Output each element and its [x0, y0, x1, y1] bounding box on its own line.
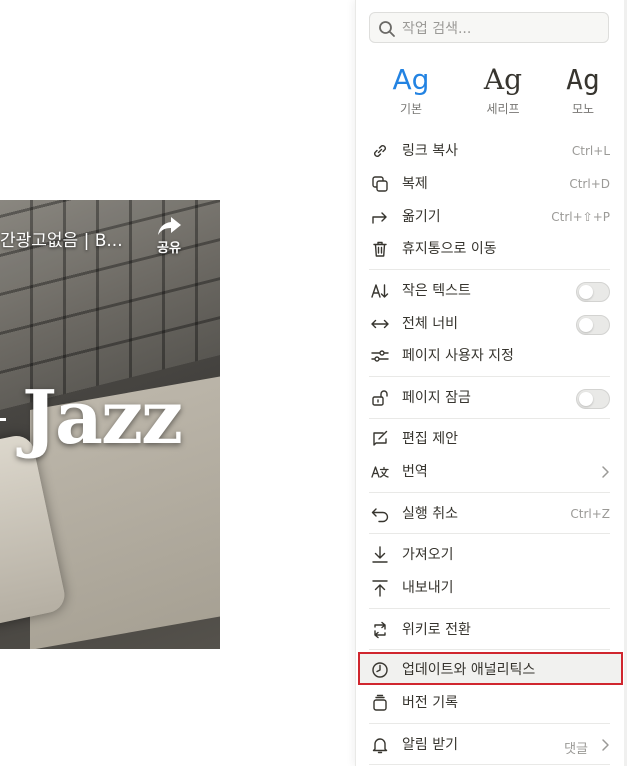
font-picker: Ag 기본 Ag 세리프 Ag 모노: [369, 60, 609, 122]
menu-item-updates-analytics[interactable]: 업데이트와 애널리틱스: [364, 655, 618, 685]
font-option-serif[interactable]: Ag 세리프: [468, 60, 538, 117]
unlock-icon: [371, 389, 389, 407]
small-text-icon: [371, 282, 389, 300]
menu-item-copy-link[interactable]: 링크 복사 Ctrl+L: [364, 136, 618, 166]
menu-item-export[interactable]: 내보내기: [364, 573, 618, 603]
menu-item-label: 실행 취소: [402, 506, 458, 522]
menu-item-trash[interactable]: 휴지통으로 이동: [364, 234, 618, 264]
divider: [369, 608, 610, 609]
menu-item-label: 내보내기: [402, 580, 454, 596]
menu-item-import[interactable]: 가져오기: [364, 540, 618, 570]
action-search[interactable]: [369, 12, 609, 43]
clock-icon: [371, 661, 389, 679]
share-icon: [152, 215, 186, 237]
menu-item-label: 업데이트와 애널리틱스: [402, 662, 536, 678]
font-sample: Ag: [392, 63, 430, 96]
link-icon: [371, 142, 389, 160]
notification-setting-value: 댓글: [564, 742, 588, 757]
duplicate-icon: [371, 175, 389, 193]
share-button[interactable]: 공유: [152, 215, 186, 256]
menu-item-label: 옮기기: [402, 209, 441, 225]
small-text-toggle[interactable]: [576, 282, 610, 302]
sliders-icon: [371, 347, 389, 365]
video-thumbnail[interactable]: 간광고없음 | B... 공유 Jazz: [0, 200, 220, 649]
chevron-right-icon: [598, 737, 612, 757]
menu-item-label: 페이지 사용자 지정: [402, 348, 514, 364]
menu-item-label: 링크 복사: [402, 143, 458, 159]
menu-item-label: 작은 텍스트: [402, 283, 471, 299]
font-option-mono[interactable]: Ag 모노: [548, 60, 618, 117]
page-options-menu: Ag 기본 Ag 세리프 Ag 모노 링크 복사 Ctrl+L 복제 Ctrl+…: [355, 0, 627, 766]
menu-item-label: 가져오기: [402, 547, 454, 563]
font-label: 모노: [571, 102, 595, 116]
search-input[interactable]: [400, 17, 604, 41]
full-width-toggle[interactable]: [576, 315, 610, 335]
trash-icon: [371, 240, 389, 258]
suggest-edit-icon: [371, 430, 389, 448]
menu-item-small-text[interactable]: 작은 텍스트: [364, 276, 618, 306]
menu-item-version-history[interactable]: 버전 기록: [364, 688, 618, 718]
shortcut-text: Ctrl+⇧+P: [551, 210, 610, 224]
menu-item-label: 번역: [402, 464, 428, 480]
divider: [369, 269, 610, 270]
video-overlay-text: Jazz: [22, 375, 183, 461]
menu-item-label: 위키로 전환: [402, 622, 471, 638]
menu-item-label: 알림 받기: [402, 737, 458, 753]
divider: [369, 649, 610, 650]
menu-item-lock-page[interactable]: 페이지 잠금: [364, 383, 618, 413]
menu-item-label: 휴지통으로 이동: [402, 241, 497, 257]
menu-item-label: 전체 너비: [402, 316, 458, 332]
menu-item-customize-page[interactable]: 페이지 사용자 지정: [364, 341, 618, 371]
export-icon: [371, 579, 389, 597]
divider: [369, 376, 610, 377]
lock-toggle[interactable]: [576, 389, 610, 409]
menu-item-full-width[interactable]: 전체 너비: [364, 309, 618, 339]
font-sample: Ag: [483, 63, 523, 96]
divider: [369, 533, 610, 534]
menu-item-label: 편집 제안: [402, 431, 458, 447]
font-label: 세리프: [486, 102, 520, 116]
bell-icon: [371, 736, 389, 754]
menu-item-translate[interactable]: 번역: [364, 457, 618, 487]
menu-item-move[interactable]: 옮기기 Ctrl+⇧+P: [364, 202, 618, 232]
share-label: 공유: [157, 241, 181, 256]
chevron-right-icon: [598, 464, 612, 484]
menu-item-duplicate[interactable]: 복제 Ctrl+D: [364, 169, 618, 199]
divider: [369, 492, 610, 493]
menu-item-label: 버전 기록: [402, 695, 458, 711]
font-sample: Ag: [566, 63, 600, 96]
font-option-default[interactable]: Ag 기본: [376, 60, 446, 117]
shortcut-text: Ctrl+D: [569, 177, 610, 191]
menu-item-convert-wiki[interactable]: 위키로 전환: [364, 615, 618, 645]
undo-icon: [371, 505, 389, 523]
history-icon: [371, 694, 389, 712]
dash-mark: [0, 418, 6, 421]
translate-icon: [371, 463, 389, 481]
menu-item-notifications[interactable]: 알림 받기 댓글: [364, 730, 618, 760]
divider: [369, 418, 610, 419]
divider: [369, 764, 610, 765]
menu-item-undo[interactable]: 실행 취소 Ctrl+Z: [364, 499, 618, 529]
full-width-icon: [371, 315, 389, 333]
move-arrow-icon: [371, 208, 389, 226]
menu-item-label: 페이지 잠금: [402, 390, 471, 406]
menu-item-label: 복제: [402, 176, 428, 192]
divider: [369, 723, 610, 724]
wiki-convert-icon: [371, 621, 389, 639]
font-label: 기본: [399, 102, 423, 116]
shortcut-text: Ctrl+Z: [570, 507, 610, 521]
video-title[interactable]: 간광고없음 | B...: [0, 226, 123, 251]
import-icon: [371, 546, 389, 564]
shortcut-text: Ctrl+L: [571, 144, 610, 158]
menu-item-suggest-edits[interactable]: 편집 제안: [364, 424, 618, 454]
